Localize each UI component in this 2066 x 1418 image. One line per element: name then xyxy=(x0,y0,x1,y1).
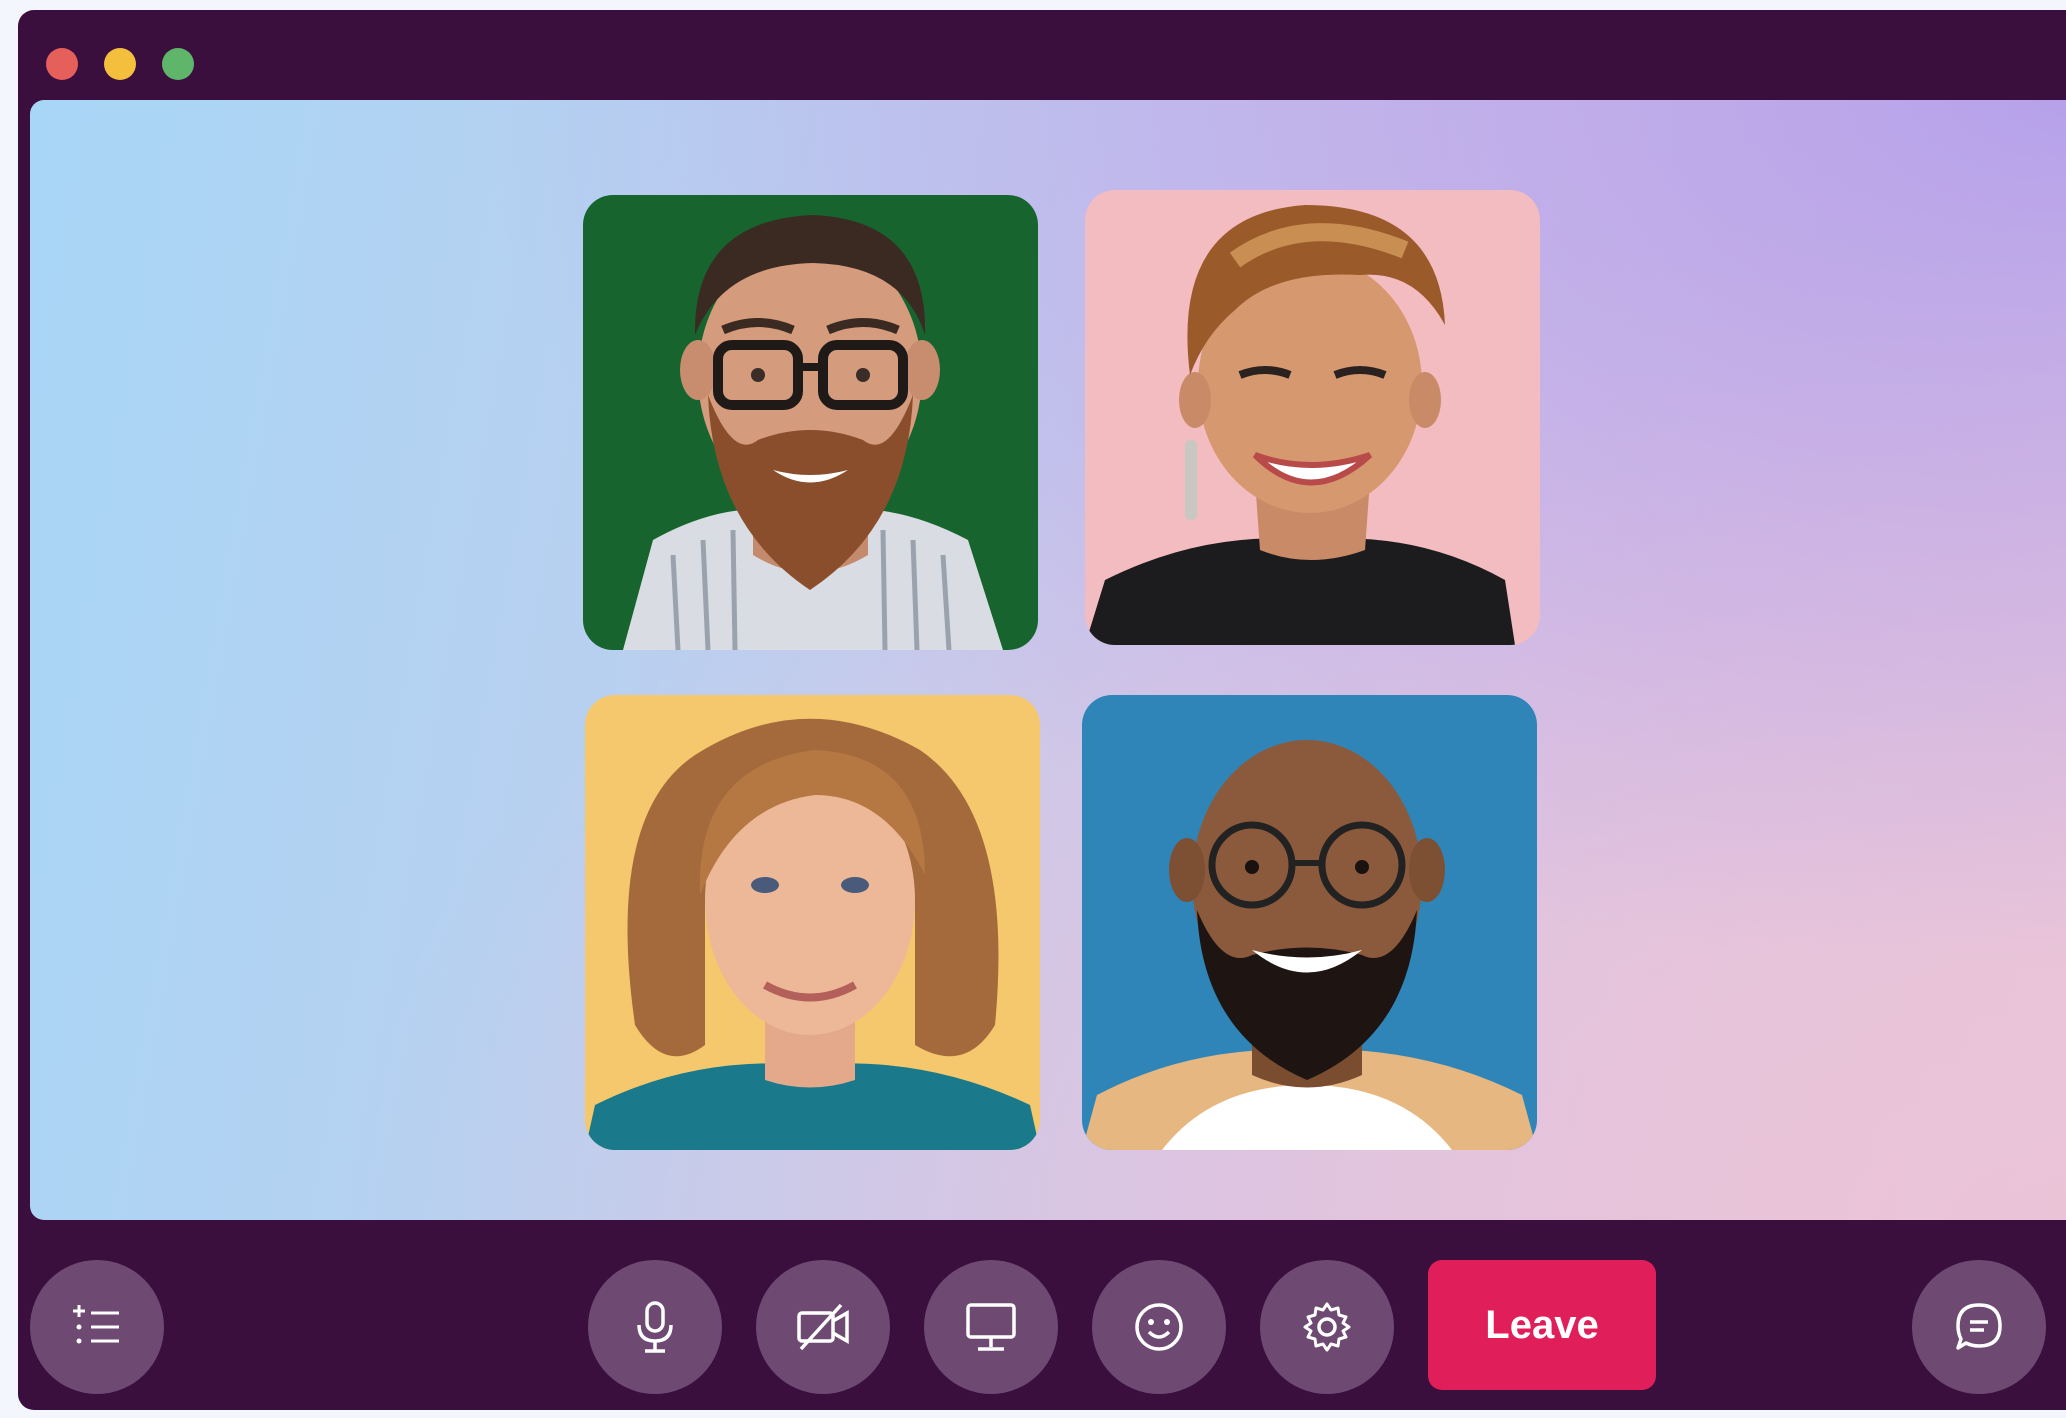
participant-tile-2[interactable] xyxy=(1085,190,1540,645)
chat-icon xyxy=(1956,1303,2002,1350)
chat-button[interactable] xyxy=(1912,1260,2046,1394)
participant-2-avatar xyxy=(1085,190,1540,645)
participant-4-avatar xyxy=(1082,695,1537,1150)
gear-icon xyxy=(1303,1302,1351,1352)
video-stage xyxy=(30,100,2066,1220)
participant-tile-4[interactable] xyxy=(1082,695,1537,1150)
smiley-icon xyxy=(1135,1303,1183,1351)
list-add-icon xyxy=(73,1305,119,1344)
huddle-window: Leave xyxy=(18,10,2066,1410)
window-minimize-button[interactable] xyxy=(104,48,136,80)
leave-button[interactable]: Leave xyxy=(1428,1260,1656,1390)
participant-3-avatar xyxy=(585,695,1040,1150)
settings-button[interactable] xyxy=(1260,1260,1394,1394)
share-screen-button[interactable] xyxy=(924,1260,1058,1394)
monitor-icon xyxy=(966,1303,1016,1351)
reactions-button[interactable] xyxy=(1092,1260,1226,1394)
video-off-icon xyxy=(797,1303,849,1351)
participant-tile-3[interactable] xyxy=(585,695,1040,1150)
microphone-icon xyxy=(637,1301,673,1353)
microphone-button[interactable] xyxy=(588,1260,722,1394)
window-zoom-button[interactable] xyxy=(162,48,194,80)
participant-tile-1[interactable] xyxy=(583,195,1038,650)
video-toggle-button[interactable] xyxy=(756,1260,890,1394)
huddle-notes-button[interactable] xyxy=(30,1260,164,1394)
participant-1-avatar xyxy=(583,195,1038,650)
window-close-button[interactable] xyxy=(46,48,78,80)
